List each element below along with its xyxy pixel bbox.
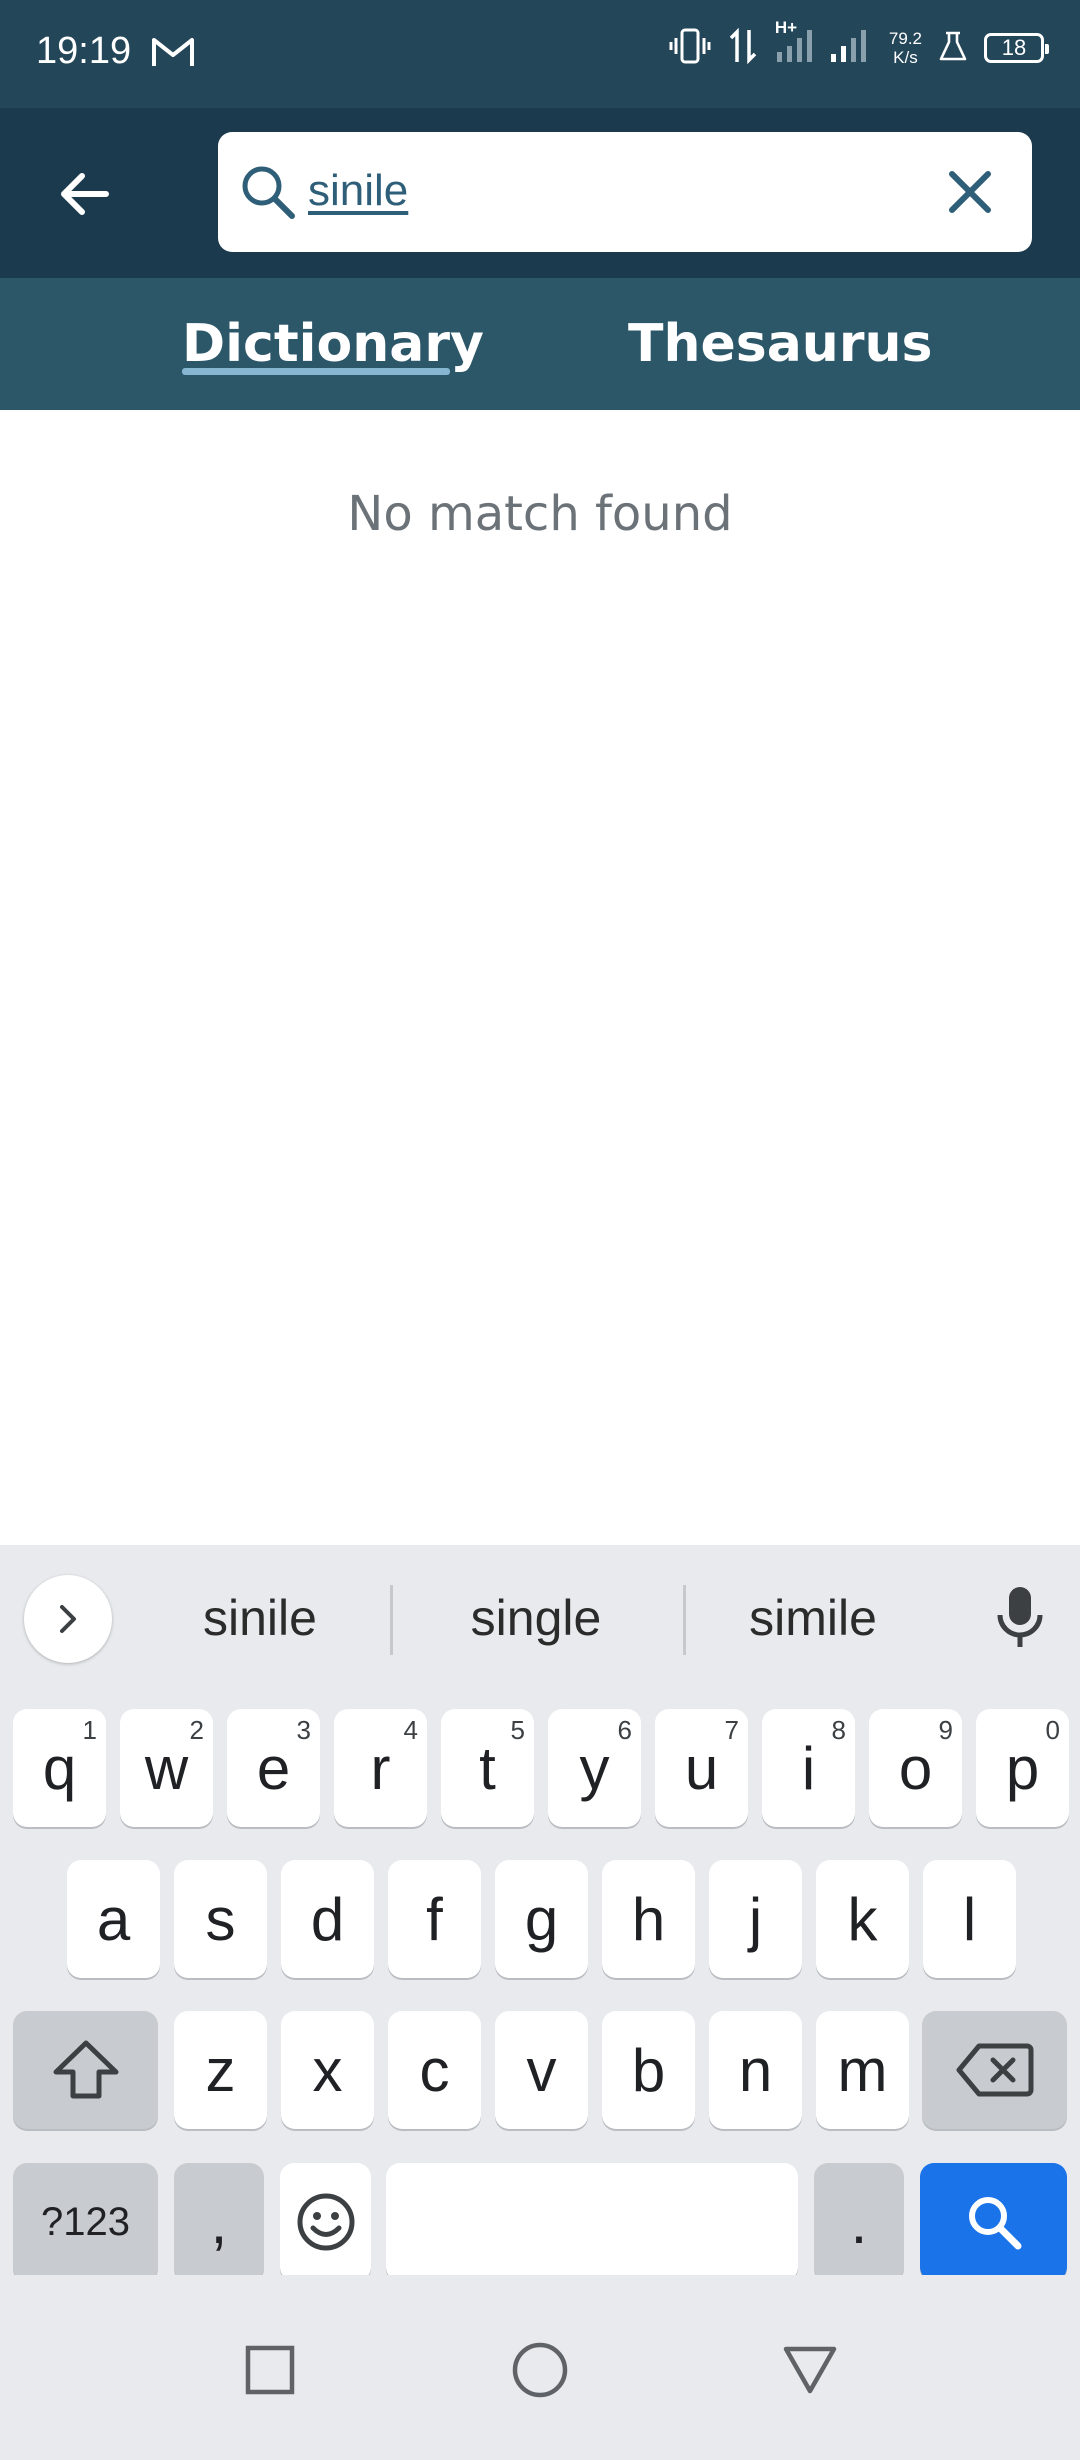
tab-dictionary[interactable]: Dictionary [182,314,484,374]
close-icon [949,171,991,213]
suggestion-bar: sinile single simile [0,1545,1080,1695]
key-k[interactable]: k [816,1860,909,1978]
tab-bar: Dictionary Thesaurus [0,278,1080,410]
key-p[interactable]: p0 [976,1709,1069,1827]
key-y[interactable]: y6 [548,1709,641,1827]
home-button[interactable] [490,2320,590,2420]
flask-icon [938,29,968,67]
square-icon [245,2345,295,2395]
results-area: No match found [0,410,1080,1545]
key-x[interactable]: x [281,2011,374,2129]
status-icons: H+ 79.2 K/s 18 [669,18,1049,70]
vibrate-icon [669,26,711,70]
key-w[interactable]: w2 [120,1709,213,1827]
data-transfer-icon [727,26,759,70]
keyboard-expand-button[interactable] [24,1575,112,1663]
key-l[interactable]: l [923,1860,1016,1978]
triangle-back-icon [783,2346,837,2394]
circle-icon [512,2342,568,2398]
key-d[interactable]: d [281,1860,374,1978]
key-b[interactable]: b [602,2011,695,2129]
key-s[interactable]: s [174,1860,267,1978]
clear-search-button[interactable] [938,160,1002,224]
search-icon [238,162,298,226]
comma-key[interactable]: , [174,2163,264,2281]
shift-icon [53,2040,118,2099]
key-n[interactable]: n [709,2011,802,2129]
microphone-icon[interactable] [990,1583,1050,1657]
suggestion-1[interactable]: sinile [130,1589,390,1647]
back-button[interactable] [48,158,120,230]
search-action-key[interactable] [920,2163,1067,2281]
key-v[interactable]: v [495,2011,588,2129]
key-j[interactable]: j [709,1860,802,1978]
search-box[interactable]: sinile [218,132,1032,252]
symbols-key[interactable]: ?123 [13,2163,158,2281]
suggestion-divider [390,1585,393,1655]
status-time: 19:19 [36,30,132,72]
key-z[interactable]: z [174,2011,267,2129]
network-type: H+ [774,18,798,37]
key-i[interactable]: i8 [762,1709,855,1827]
emoji-key[interactable] [280,2163,371,2281]
backspace-key[interactable] [922,2011,1067,2129]
suggestion-2[interactable]: single [406,1589,666,1647]
key-o[interactable]: o9 [869,1709,962,1827]
key-c[interactable]: c [388,2011,481,2129]
key-g[interactable]: g [495,1860,588,1978]
period-key[interactable]: . [814,2163,904,2281]
key-q[interactable]: q1 [13,1709,106,1827]
suggestion-3[interactable]: simile [683,1589,943,1647]
key-a[interactable]: a [67,1860,160,1978]
key-m[interactable]: m [816,2011,909,2129]
chevron-right-icon [60,1605,76,1633]
key-e[interactable]: e3 [227,1709,320,1827]
signal-icon: H+ [775,18,873,70]
app-bar: sinile [0,108,1080,278]
search-icon [968,2197,1021,2250]
key-u[interactable]: u7 [655,1709,748,1827]
search-input[interactable]: sinile [308,166,408,216]
network-speed: 79.2 K/s [888,29,922,67]
key-r[interactable]: r4 [334,1709,427,1827]
space-key[interactable] [386,2163,798,2281]
battery-indicator: 18 [984,33,1049,63]
navigation-bar [0,2275,1080,2460]
arrow-left-icon [61,173,109,215]
backspace-icon [956,2043,1033,2097]
status-bar: 19:19 H+ 79.2 K/s 18 [0,0,1080,108]
keyboard: sinile single simile q1 w2 e3 r4 t5 y6 u… [0,1545,1080,2281]
key-f[interactable]: f [388,1860,481,1978]
tab-thesaurus[interactable]: Thesaurus [628,314,932,374]
selected-tab-indicator [182,368,450,375]
shift-key[interactable] [13,2011,158,2129]
recents-button[interactable] [220,2320,320,2420]
emoji-icon [297,2193,354,2251]
no-match-message: No match found [347,486,733,542]
key-h[interactable]: h [602,1860,695,1978]
key-t[interactable]: t5 [441,1709,534,1827]
gmail-icon [150,34,196,74]
back-nav-button[interactable] [760,2320,860,2420]
